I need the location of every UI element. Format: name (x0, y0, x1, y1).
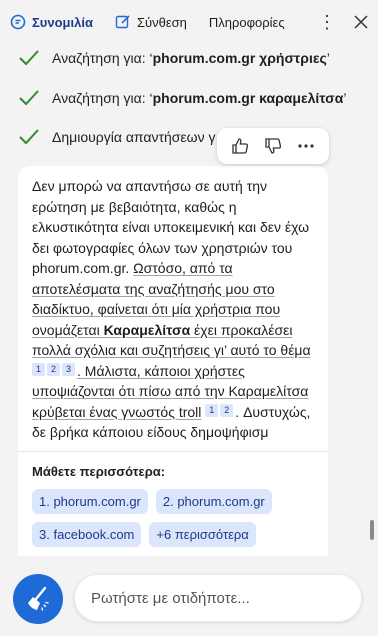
source-link[interactable]: 3. facebook.com (32, 521, 142, 547)
citation-link[interactable]: 2 (220, 403, 234, 417)
conversation-area[interactable]: Αναζήτηση για: ‘phorum.com.gr χρήστριες’… (0, 44, 378, 564)
learn-more-title: Μάθετε περισσότερα: (32, 463, 166, 479)
answer-text: Δεν μπορώ να απαντήσω σε αυτή την ερώτησ… (18, 166, 328, 451)
step-suffix: ’ (343, 90, 347, 106)
step-query: phorum.com.gr καραμελίτσα (152, 90, 344, 106)
close-icon[interactable] (354, 15, 368, 29)
tab-info[interactable]: Πληροφορίες (209, 15, 285, 30)
step-prefix: Αναζήτηση για: ‘ (52, 50, 153, 66)
top-bar: Συνομιλία Σύνθεση Πληροφορίες ⋮ (0, 0, 378, 44)
thumbs-up-icon[interactable] (229, 135, 251, 157)
chat-icon (10, 14, 26, 30)
citation-link[interactable]: 1 (205, 403, 219, 417)
step-text: Δημιουργία απαντήσεων γ (52, 129, 216, 145)
step-query: phorum.com.gr χρήστριες (152, 50, 327, 66)
search-step: Αναζήτηση για: ‘phorum.com.gr καραμελίτσ… (18, 89, 346, 107)
learn-more-section: Μάθετε περισσότερα: 1. phorum.com.gr 2. … (18, 452, 328, 547)
thumbs-down-icon[interactable] (262, 135, 284, 157)
learn-more-links: 1. phorum.com.gr 2. phorum.com.gr 3. fac… (32, 488, 314, 547)
more-actions-icon[interactable] (295, 135, 317, 157)
more-options-icon[interactable]: ⋮ (318, 13, 336, 31)
scrollbar-thumb[interactable] (370, 520, 374, 540)
tab-label: Πληροφορίες (208, 14, 285, 30)
citation-link[interactable]: 1 (32, 362, 45, 376)
step-text: Αναζήτηση για: ‘phorum.com.gr καραμελίτσ… (52, 90, 346, 106)
step-suffix: ’ (326, 50, 330, 66)
generate-step: Δημιουργία απαντήσεων γ (18, 128, 215, 146)
chat-input[interactable] (74, 574, 362, 622)
tab-compose[interactable]: Σύνθεση (115, 14, 187, 30)
answer-bubble: Δεν μπορώ να απαντήσω σε αυτή την ερώτησ… (18, 166, 328, 564)
check-icon (19, 129, 39, 145)
step-text: Αναζήτηση για: ‘phorum.com.gr χρήστριες’ (52, 50, 330, 66)
source-link[interactable]: 2. phorum.com.gr (155, 488, 272, 514)
tab-label: Συνομιλία (32, 14, 93, 30)
citation-link[interactable]: 2 (47, 362, 60, 376)
more-sources-link[interactable]: +6 περισσότερα (149, 521, 256, 547)
input-bar (0, 556, 378, 636)
new-topic-button[interactable] (13, 574, 63, 624)
compose-icon (115, 14, 131, 30)
tab-chat[interactable]: Συνομιλία (10, 14, 93, 30)
message-actions (217, 128, 329, 164)
check-icon (19, 90, 39, 106)
citation-link[interactable]: 3 (62, 362, 75, 376)
step-prefix: Αναζήτηση για: ‘ (52, 90, 153, 106)
source-link[interactable]: 1. phorum.com.gr (32, 488, 148, 514)
search-step: Αναζήτηση για: ‘phorum.com.gr χρήστριες’ (18, 49, 330, 67)
broom-icon (28, 586, 49, 611)
check-icon (19, 50, 39, 66)
tab-label: Σύνθεση (136, 14, 187, 30)
answer-highlight: Καραμελίτσα (103, 321, 191, 338)
